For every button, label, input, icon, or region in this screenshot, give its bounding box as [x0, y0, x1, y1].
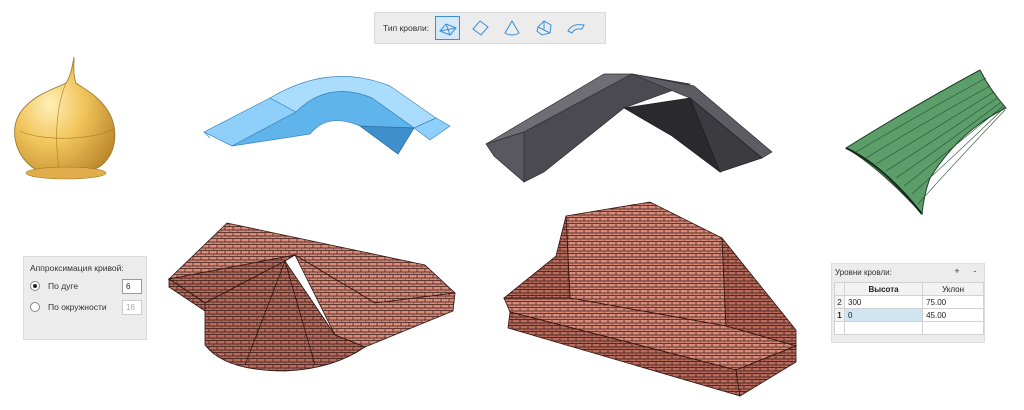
approx-option-circle[interactable]: По окружности 16 [30, 299, 142, 315]
curve-approximation-panel: Аппроксимация кривой: По дуге 6 По окруж… [23, 256, 147, 340]
empty-cell [922, 321, 984, 335]
arc-radio-label: По дуге [48, 281, 79, 291]
index-header [834, 282, 845, 296]
roof-levels-table: Высота Уклон 2 300 75.00 1 0 45.00 [834, 282, 984, 335]
height-cell[interactable]: 300 [843, 295, 924, 309]
diamond-roof-icon [471, 20, 489, 36]
arc-radio[interactable] [30, 281, 40, 291]
curved-roof-icon [566, 24, 585, 34]
circle-radio[interactable] [30, 302, 40, 312]
green-curved-roof-illustration [845, 69, 1007, 216]
roof-type-label: Тип кровли: [383, 23, 430, 33]
height-cell[interactable]: 0 [843, 308, 924, 322]
row-index: 1 [834, 308, 845, 322]
row-index: 2 [834, 295, 845, 309]
slope-cell[interactable]: 75.00 [922, 295, 984, 309]
arc-segments-input[interactable]: 6 [122, 278, 142, 294]
slope-cell[interactable]: 45.00 [922, 308, 984, 322]
faceted-roof-icon [536, 20, 552, 36]
tiled-hip-roof-illustration [167, 222, 456, 372]
approx-option-arc[interactable]: По дуге 6 [30, 278, 142, 294]
height-column-header[interactable]: Высота [843, 282, 924, 296]
roof-type-cone-button[interactable] [499, 16, 524, 40]
slope-column-header[interactable]: Уклон [922, 282, 984, 296]
cone-roof-icon [503, 20, 520, 36]
table-row-empty [834, 321, 984, 335]
curve-approximation-title: Аппроксимация кривой: [30, 263, 124, 273]
roof-levels-title: Уровни кровли: [835, 268, 892, 277]
table-row[interactable]: 1 0 45.00 [834, 308, 984, 322]
hip-roof-icon [438, 23, 457, 36]
table-row[interactable]: 2 300 75.00 [834, 295, 984, 309]
table-header-row: Высота Уклон [834, 282, 984, 296]
roof-type-curved-button[interactable] [563, 16, 588, 40]
roof-type-toolbar: Тип кровли: [374, 12, 606, 44]
roof-type-hip-button[interactable] [435, 16, 461, 40]
roof-levels-panel: Уровни кровли: + - Высота Уклон 2 300 75… [831, 263, 985, 343]
onion-dome-illustration [14, 56, 116, 180]
add-level-button[interactable]: + [951, 266, 963, 276]
empty-cell [843, 321, 924, 335]
tiled-mansard-roof-illustration [502, 201, 798, 397]
gray-gabled-roof-illustration [485, 73, 773, 183]
roof-type-diamond-button[interactable] [467, 16, 492, 40]
blue-curved-roof-illustration [203, 76, 451, 155]
remove-level-button[interactable]: - [969, 266, 981, 276]
circle-radio-label: По окружности [48, 302, 107, 312]
roof-type-faceted-button[interactable] [531, 16, 556, 40]
circle-segments-input[interactable]: 16 [122, 299, 142, 315]
row-index [834, 321, 845, 335]
